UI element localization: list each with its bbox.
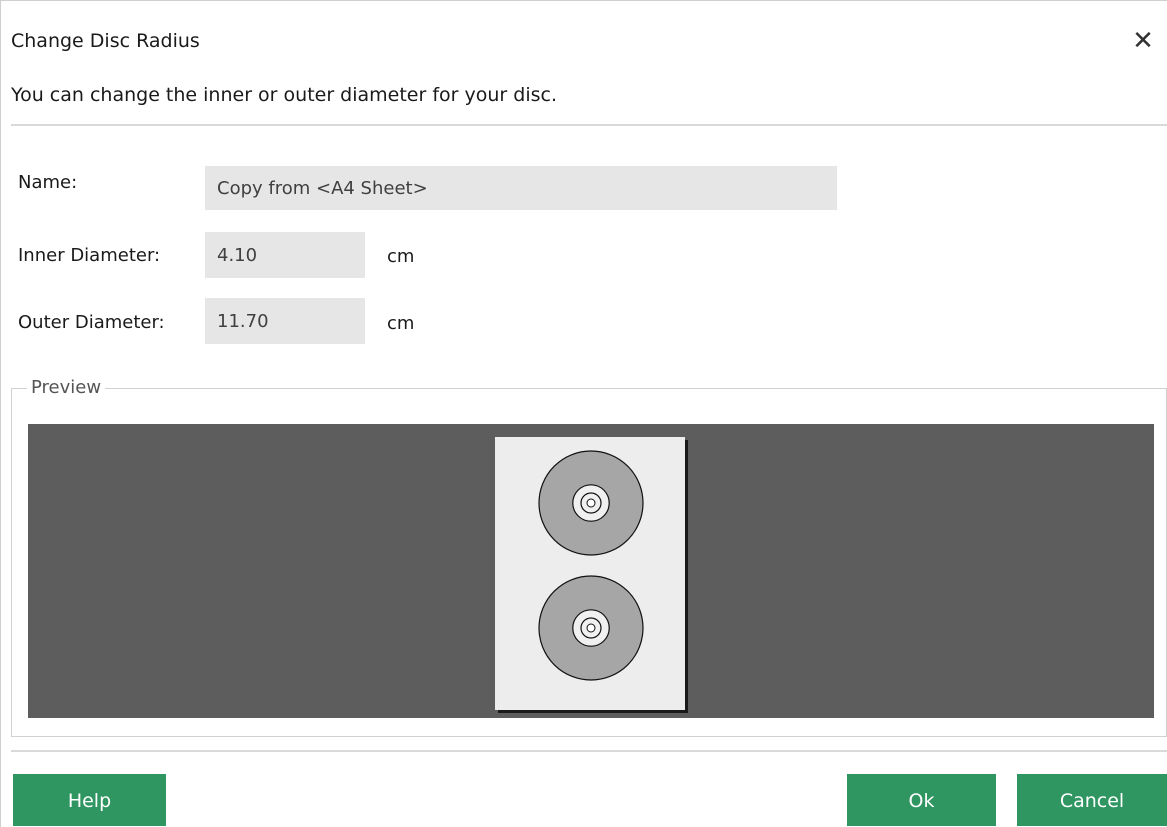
inner-diameter-input[interactable] — [205, 232, 365, 278]
help-button[interactable]: Help — [13, 774, 166, 826]
window-top-border — [0, 0, 1167, 1]
preview-sheet — [495, 437, 688, 713]
disc-1 — [538, 450, 644, 556]
window-left-border — [0, 0, 1, 827]
close-icon[interactable]: ✕ — [1128, 26, 1158, 56]
cancel-button[interactable]: Cancel — [1017, 774, 1167, 826]
preview-legend: Preview — [27, 377, 106, 398]
header-divider — [11, 124, 1167, 126]
disc-center-hole — [586, 498, 596, 508]
name-label: Name: — [18, 172, 78, 193]
disc-center-hole — [586, 623, 596, 633]
footer-divider — [11, 750, 1167, 752]
preview-canvas — [28, 424, 1154, 718]
dialog-description: You can change the inner or outer diamet… — [11, 84, 557, 106]
inner-diameter-unit: cm — [387, 246, 415, 267]
name-input[interactable] — [205, 166, 837, 210]
outer-diameter-input[interactable] — [205, 298, 365, 344]
disc-2 — [538, 575, 644, 681]
outer-diameter-unit: cm — [387, 313, 415, 334]
inner-diameter-label: Inner Diameter: — [18, 245, 161, 266]
ok-button[interactable]: Ok — [847, 774, 996, 826]
outer-diameter-label: Outer Diameter: — [18, 312, 165, 333]
change-disc-radius-dialog: Change Disc Radius ✕ You can change the … — [0, 0, 1167, 827]
dialog-title: Change Disc Radius — [11, 30, 200, 52]
